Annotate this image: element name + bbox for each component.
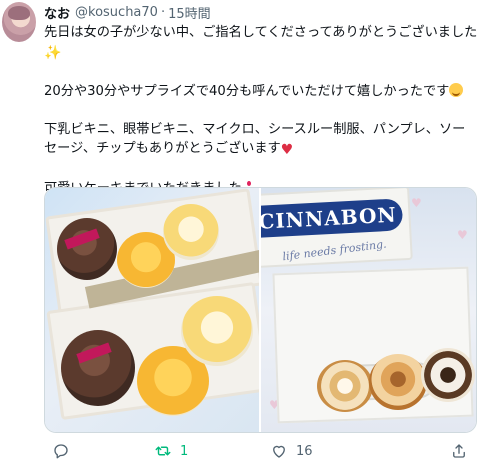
like-button[interactable]: 16: [270, 442, 313, 460]
user-handle[interactable]: @kosucha70: [75, 5, 158, 20]
tweet-line-text: セージ、チップもありがとうございます: [44, 141, 281, 156]
tweet-line-text: 20分や30分やサプライズで40分も呼んでいただけて嬉しかったです: [44, 84, 450, 99]
sparkles-icon: ✨: [44, 45, 62, 61]
chocolate-cake: [57, 218, 117, 280]
like-count: 16: [296, 443, 313, 459]
heart-decoration-icon: ♥: [457, 228, 468, 242]
chocolate-roll: [421, 348, 475, 402]
tweet-line-text: 先日は女の子が少ない中、ご指名してくださってありがとうございました: [44, 25, 478, 40]
reply-icon: [54, 444, 68, 459]
tweet-header: なお @kosucha70 · 15時間: [44, 3, 211, 22]
tweet-line: セージ、チップもありがとうございます♥: [44, 139, 476, 160]
classic-roll: [317, 360, 373, 412]
cinnabon-box-photo[interactable]: ♥ ♥ ♥ CINNABON life needs frosting.: [261, 188, 476, 432]
timestamp[interactable]: 15時間: [168, 3, 211, 22]
red-heart-icon: ♥: [280, 142, 294, 158]
tweet[interactable]: なお @kosucha70 · 15時間 先日は女の子が少ない中、ご指名してくだ…: [0, 0, 480, 472]
avatar[interactable]: [2, 2, 36, 42]
pecan-roll: [369, 354, 427, 410]
chocolate-cake: [61, 330, 135, 406]
share-icon: [453, 444, 465, 458]
tweet-text: 先日は女の子が少ない中、ご指名してくださってありがとうございました ✨ 20分や…: [44, 23, 478, 198]
media-grid: ♥ ♥ ♥ CINNABON life needs frosting.: [44, 187, 477, 433]
tweet-line-text: 下乳ビキニ、眼帯ビキニ、マイクロ、シースルー制服、パンプレ、ソー: [44, 122, 466, 137]
retweet-button[interactable]: 1: [154, 442, 188, 460]
cream-cup: [163, 204, 219, 260]
share-button[interactable]: [450, 442, 468, 460]
reply-button[interactable]: [52, 442, 78, 460]
cake-assortment-photo[interactable]: [45, 188, 259, 432]
action-bar: 1 16: [44, 440, 474, 464]
retweet-icon: [155, 446, 171, 456]
tweet-line: 下乳ビキニ、眼帯ビキニ、マイクロ、シースルー制服、パンプレ、ソー: [44, 120, 476, 139]
tweet-line: 先日は女の子が少ない中、ご指名してくださってありがとうございました: [44, 23, 478, 42]
heart-icon: [273, 445, 285, 458]
cinnabon-logo: CINNABON: [261, 198, 404, 239]
separator-dot: ·: [160, 4, 166, 20]
retweet-count: 1: [180, 443, 189, 459]
cinnabon-slogan: life needs frosting.: [281, 237, 388, 264]
display-name[interactable]: なお: [44, 3, 70, 22]
smiling-face-icon: [449, 83, 464, 97]
tweet-line: 20分や30分やサプライズで40分も呼んでいただけて嬉しかったです: [44, 82, 476, 101]
tweet-line: ✨: [44, 42, 476, 63]
cream-cup: [181, 296, 253, 366]
heart-decoration-icon: ♥: [411, 196, 422, 210]
cinnabon-lid: CINNABON life needs frosting.: [261, 188, 413, 269]
